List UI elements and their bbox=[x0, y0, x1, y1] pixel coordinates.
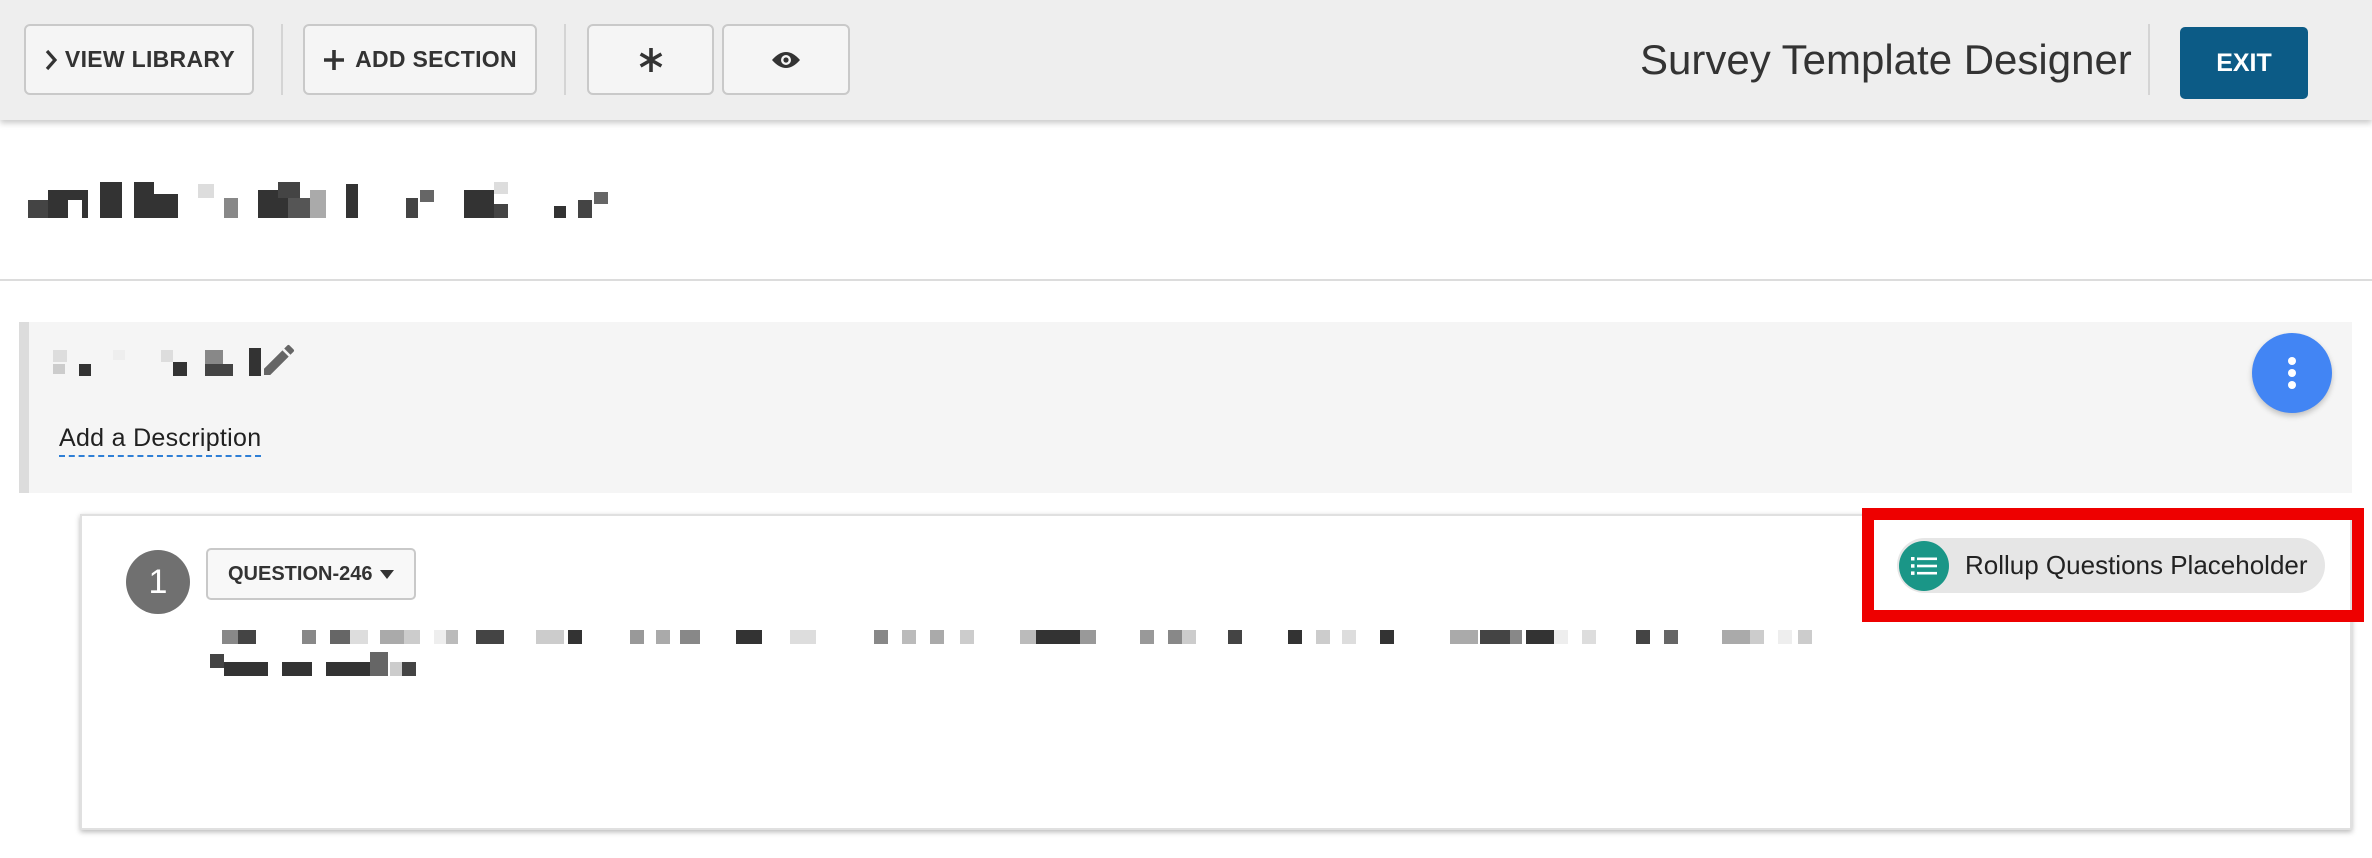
exit-button[interactable]: EXIT bbox=[2180, 27, 2308, 99]
view-library-button[interactable]: VIEW LIBRARY bbox=[24, 24, 254, 95]
eye-icon bbox=[772, 51, 800, 68]
top-toolbar: VIEW LIBRARY ADD SECTION Survey Template… bbox=[0, 0, 2372, 120]
question-number: 1 bbox=[126, 550, 190, 614]
app-title: Survey Template Designer bbox=[1640, 36, 2132, 83]
preview-button[interactable] bbox=[722, 24, 850, 95]
question-type-dropdown[interactable]: QUESTION-246 bbox=[206, 548, 417, 600]
list-icon bbox=[1911, 556, 1937, 575]
toolbar-divider bbox=[2148, 24, 2150, 95]
required-toggle-button[interactable] bbox=[587, 24, 714, 95]
asterisk-icon bbox=[639, 47, 662, 72]
toolbar-divider bbox=[564, 24, 566, 95]
toolbar-divider bbox=[281, 24, 283, 95]
survey-title-redacted bbox=[0, 120, 640, 280]
rollup-questions-chip[interactable]: Rollup Questions Placeholder bbox=[1897, 538, 2325, 593]
section-menu-button[interactable] bbox=[2252, 333, 2332, 413]
section-title-redacted bbox=[53, 346, 261, 386]
chip-avatar bbox=[1899, 540, 1949, 591]
plus-icon bbox=[324, 49, 345, 70]
survey-title-row bbox=[0, 120, 2372, 281]
view-library-label: VIEW LIBRARY bbox=[64, 46, 236, 72]
question-text-redacted bbox=[210, 630, 2290, 710]
more-vert-icon bbox=[2288, 357, 2296, 389]
question-type-label: QUESTION-246 bbox=[228, 562, 373, 585]
pencil-icon[interactable] bbox=[259, 340, 299, 380]
add-section-label: ADD SECTION bbox=[355, 46, 517, 72]
rollup-chip-label: Rollup Questions Placeholder bbox=[1965, 550, 2308, 580]
add-section-button[interactable]: ADD SECTION bbox=[303, 24, 537, 95]
caret-down-icon bbox=[380, 569, 395, 579]
chevron-right-icon bbox=[45, 49, 58, 70]
section-header: Add a Description bbox=[19, 322, 2352, 493]
add-description-link[interactable]: Add a Description bbox=[59, 424, 262, 457]
